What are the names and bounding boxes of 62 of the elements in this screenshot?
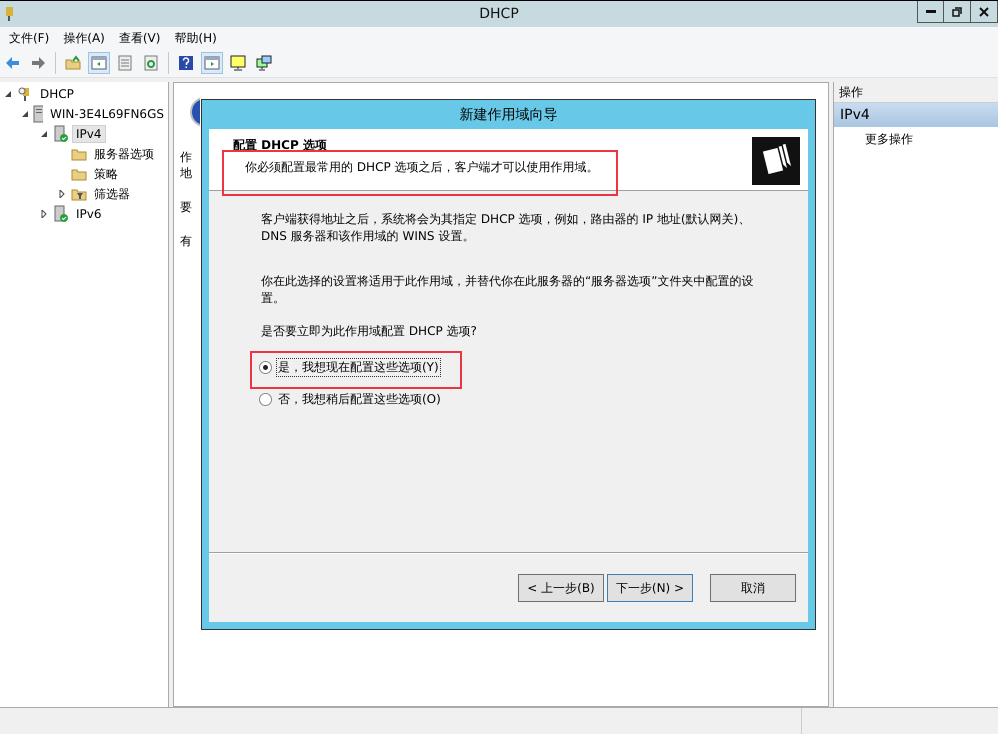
folders-icon: [752, 137, 800, 185]
menu-item[interactable]: 文件(F): [2, 28, 56, 48]
dialog-title: 新建作用域向导: [458, 106, 558, 124]
menu-item[interactable]: 操作(A): [56, 28, 112, 48]
minimize-button[interactable]: [917, 1, 944, 23]
dialog-button[interactable]: 取消: [710, 574, 796, 602]
menu-item[interactable]: 查看(V): [112, 28, 168, 48]
globe-icon: [190, 97, 200, 127]
description-text: 客户端获得地址之后，系统将会为其指定 DHCP 选项，例如，路由器的 IP 地址(默认网关)、DNS 服务器和该作用域的 WINS 设置。: [261, 211, 752, 245]
folder-icon: [71, 167, 87, 181]
window-title: DHCP: [479, 6, 519, 22]
back-arrow-icon: [4, 55, 20, 71]
help-icon: [178, 55, 194, 71]
text-fragment: 有: [180, 233, 192, 250]
tree-item[interactable]: 筛选器: [90, 184, 134, 204]
page-subheading: 你必须配置最常用的 DHCP 选项之后，客户端才可以使用作用域。: [244, 159, 600, 176]
menu-item[interactable]: 帮助(H): [167, 28, 224, 48]
panel-button[interactable]: [88, 52, 110, 74]
collapse-icon[interactable]: [4, 90, 12, 98]
radio-button[interactable]: [259, 360, 272, 374]
folder-icon: [71, 147, 87, 161]
actions-section: IPv4: [834, 103, 998, 127]
restore-button[interactable]: [944, 1, 971, 23]
folder-up-icon: [65, 55, 81, 71]
restore-icon: [952, 6, 962, 16]
text-fragment: 作: [180, 149, 192, 166]
panel-icon: [204, 55, 220, 71]
minimize-icon: [926, 10, 936, 14]
text-fragment: 要: [180, 199, 192, 216]
list-icon: [117, 55, 133, 71]
close-button[interactable]: [971, 1, 998, 23]
expand-icon[interactable]: [58, 190, 66, 198]
actions-header: 操作: [834, 82, 998, 103]
collapse-icon[interactable]: [21, 110, 29, 118]
server-icon: [33, 105, 44, 123]
filter-folder-icon: [71, 187, 87, 201]
question-text: 是否要立即为此作用域配置 DHCP 选项?: [261, 323, 478, 340]
option-label[interactable]: 是，我想现在配置这些选项(Y): [277, 358, 440, 376]
dialog-button[interactable]: < 上一步(B): [518, 574, 604, 602]
expand-icon[interactable]: [40, 210, 48, 218]
collapse-icon[interactable]: [40, 130, 48, 138]
tree-item[interactable]: 策略: [90, 164, 122, 184]
tree-item[interactable]: DHCP: [36, 85, 78, 103]
dialog-button[interactable]: 下一步(N) >: [607, 574, 693, 602]
server-check-icon: [53, 205, 69, 223]
radio-button[interactable]: [259, 392, 272, 406]
close-icon: [979, 6, 989, 16]
monitors-icon: [256, 55, 272, 71]
tree-item[interactable]: IPv4: [72, 125, 106, 143]
monitor-icon: [230, 55, 246, 71]
text-fragment: 地: [180, 165, 192, 182]
option-label[interactable]: 否，我想稍后配置这些选项(O): [277, 390, 442, 408]
tree-item[interactable]: 服务器选项: [90, 144, 158, 164]
panel-button[interactable]: [201, 52, 223, 74]
description-text: 你在此选择的设置将适用于此作用域，并替代你在此服务器的“服务器选项”文件夹中配置的设置。: [261, 273, 754, 307]
tree-item[interactable]: IPv6: [72, 205, 106, 223]
action-item[interactable]: 更多操作: [834, 127, 913, 148]
refresh-icon: [143, 55, 159, 71]
tree-item[interactable]: WIN-3E4L69FN6GS: [46, 105, 168, 123]
forward-arrow-icon: [30, 55, 46, 71]
panel-icon: [91, 55, 107, 71]
server-check-icon: [53, 125, 69, 143]
